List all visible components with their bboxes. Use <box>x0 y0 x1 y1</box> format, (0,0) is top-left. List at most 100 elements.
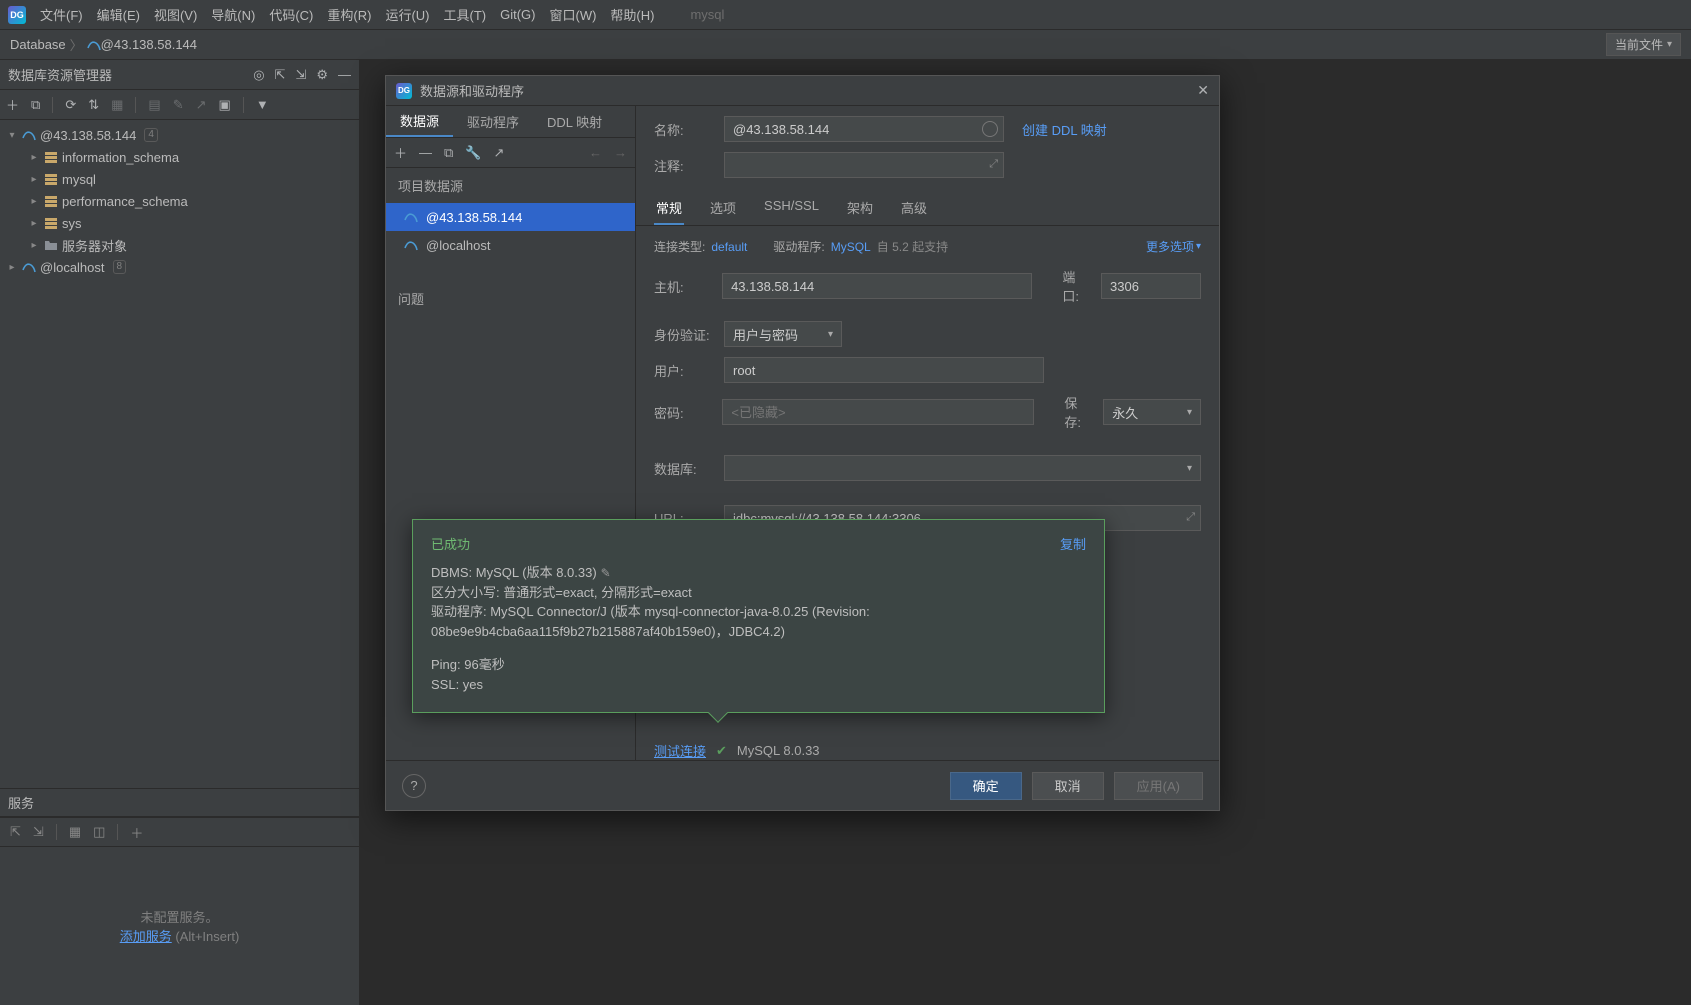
menu-file[interactable]: 文件(F) <box>40 5 83 24</box>
filter-icon[interactable]: ▼ <box>256 97 269 112</box>
collapse-all-icon[interactable]: ⇲ <box>295 67 306 83</box>
ds-item-localhost[interactable]: @localhost <box>386 231 635 259</box>
tab-datasources[interactable]: 数据源 <box>386 106 453 137</box>
tree-schema-info[interactable]: ▸ information_schema <box>0 146 359 168</box>
copy-icon[interactable]: ⧉ <box>31 97 40 113</box>
tree-ds1[interactable]: ▾ @43.138.58.144 4 <box>0 124 359 146</box>
itab-ssh[interactable]: SSH/SSL <box>762 192 821 225</box>
tree-label: sys <box>62 216 82 231</box>
back-icon[interactable]: ← <box>589 145 602 160</box>
goto-icon[interactable]: ↗ <box>494 145 505 161</box>
tab-ddl[interactable]: DDL 映射 <box>533 106 616 137</box>
add-icon[interactable]: ＋ <box>130 823 143 842</box>
remove-icon[interactable]: — <box>419 145 432 160</box>
password-input[interactable] <box>722 399 1034 425</box>
user-input[interactable] <box>724 357 1044 383</box>
breadcrumb-root[interactable]: Database <box>10 37 66 52</box>
add-icon[interactable]: ＋ <box>394 143 407 162</box>
save-select[interactable]: 永久 ▾ <box>1103 399 1201 425</box>
add-service-link[interactable]: 添加服务 <box>120 929 172 944</box>
expand-all-icon[interactable]: ⇱ <box>275 67 286 83</box>
sync-icon[interactable]: ⇅ <box>88 97 99 113</box>
add-icon[interactable]: ＋ <box>6 95 19 114</box>
ok-button[interactable]: 确定 <box>950 772 1022 800</box>
menu-refactor[interactable]: 重构(R) <box>327 5 371 24</box>
table-icon[interactable]: ▤ <box>148 97 160 113</box>
breadcrumb: Database 〉 @43.138.58.144 当前文件 ▾ <box>0 30 1691 60</box>
menu-bar: DG 文件(F) 编辑(E) 视图(V) 导航(N) 代码(C) 重构(R) 运… <box>0 0 1691 30</box>
tree-schema-sys[interactable]: ▸ sys <box>0 212 359 234</box>
collapse-icon[interactable]: ⇲ <box>33 824 44 840</box>
create-ddl-link[interactable]: 创建 DDL 映射 <box>1022 120 1107 139</box>
edit-icon[interactable]: ✎ <box>173 97 184 113</box>
menu-edit[interactable]: 编辑(E) <box>97 5 140 24</box>
color-indicator-icon[interactable] <box>982 121 998 137</box>
schema-icon <box>44 216 58 230</box>
comment-input[interactable] <box>724 152 1004 178</box>
name-input[interactable] <box>724 116 1004 142</box>
copy-icon[interactable]: ⧉ <box>444 145 453 161</box>
minimize-icon[interactable]: — <box>338 67 351 82</box>
name-label: 名称: <box>654 120 714 139</box>
expand-icon[interactable]: ⇱ <box>10 824 21 840</box>
target-icon[interactable]: ◎ <box>253 67 264 83</box>
chevron-down-icon: ▾ <box>1187 407 1192 418</box>
wrench-icon[interactable]: 🔧 <box>465 145 481 161</box>
menu-view[interactable]: 视图(V) <box>154 5 197 24</box>
test-connection-link[interactable]: 测试连接 <box>654 741 706 760</box>
check-icon: ✔ <box>716 743 727 759</box>
cancel-button[interactable]: 取消 <box>1032 772 1104 800</box>
driver-key: 驱动程序: <box>773 238 824 255</box>
dialog-title: 数据源和驱动程序 <box>420 81 1189 100</box>
driver-value[interactable]: MySQL <box>831 240 871 254</box>
tree-ds2[interactable]: ▸ @localhost 8 <box>0 256 359 278</box>
menu-git[interactable]: Git(G) <box>500 7 535 22</box>
console-icon[interactable]: ▣ <box>219 97 231 113</box>
host-input[interactable] <box>722 273 1032 299</box>
settings-icon[interactable]: ⚙ <box>316 67 328 83</box>
menu-help[interactable]: 帮助(H) <box>610 5 654 24</box>
chevron-right-icon: ▸ <box>28 196 40 207</box>
help-icon[interactable]: ? <box>402 774 426 798</box>
ds-item-label: @43.138.58.144 <box>426 210 522 225</box>
ds-item-remote[interactable]: @43.138.58.144 <box>386 203 635 231</box>
stop-icon[interactable]: ▦ <box>111 97 123 113</box>
host-label: 主机: <box>654 277 712 296</box>
user-label: 用户: <box>654 361 714 380</box>
pencil-icon[interactable]: ✎ <box>601 566 611 580</box>
tab-drivers[interactable]: 驱动程序 <box>453 106 533 137</box>
menu-code[interactable]: 代码(C) <box>269 5 313 24</box>
tree-schema-mysql[interactable]: ▸ mysql <box>0 168 359 190</box>
expand-icon[interactable]: ⤢ <box>1186 511 1195 524</box>
tree-server-objects[interactable]: ▸ 服务器对象 <box>0 234 359 256</box>
conn-type-value[interactable]: default <box>711 240 747 254</box>
layout-icon[interactable]: ◫ <box>93 824 105 840</box>
more-options-link[interactable]: 更多选项▾ <box>1146 238 1201 255</box>
password-label: 密码: <box>654 403 712 422</box>
itab-schemas[interactable]: 架构 <box>845 192 875 225</box>
close-icon[interactable]: ✕ <box>1197 82 1209 99</box>
grid-icon[interactable]: ▦ <box>69 824 81 840</box>
jump-icon[interactable]: ↗ <box>196 97 207 113</box>
menu-tools[interactable]: 工具(T) <box>443 5 486 24</box>
menu-run[interactable]: 运行(U) <box>385 5 429 24</box>
refresh-icon[interactable]: ⟳ <box>65 97 76 113</box>
tree-schema-perf[interactable]: ▸ performance_schema <box>0 190 359 212</box>
itab-general[interactable]: 常规 <box>654 192 684 225</box>
menu-window[interactable]: 窗口(W) <box>549 5 596 24</box>
itab-options[interactable]: 选项 <box>708 192 738 225</box>
database-select[interactable]: ▾ <box>724 455 1201 481</box>
auth-label: 身份验证: <box>654 325 714 344</box>
schema-icon <box>44 150 58 164</box>
forward-icon[interactable]: → <box>614 145 627 160</box>
apply-button[interactable]: 应用(A) <box>1114 772 1203 800</box>
auth-select[interactable]: 用户与密码 ▾ <box>724 321 842 347</box>
breadcrumb-ds[interactable]: @43.138.58.144 <box>101 37 197 52</box>
menu-navigate[interactable]: 导航(N) <box>211 5 255 24</box>
port-input[interactable] <box>1101 273 1201 299</box>
current-file-selector[interactable]: 当前文件 ▾ <box>1606 33 1681 56</box>
explorer-toolbar: ＋ ⧉ ⟳ ⇅ ▦ ▤ ✎ ↗ ▣ ▼ <box>0 90 359 120</box>
itab-advanced[interactable]: 高级 <box>899 192 929 225</box>
expand-icon[interactable]: ⤢ <box>989 158 998 171</box>
copy-link[interactable]: 复制 <box>1060 534 1086 553</box>
